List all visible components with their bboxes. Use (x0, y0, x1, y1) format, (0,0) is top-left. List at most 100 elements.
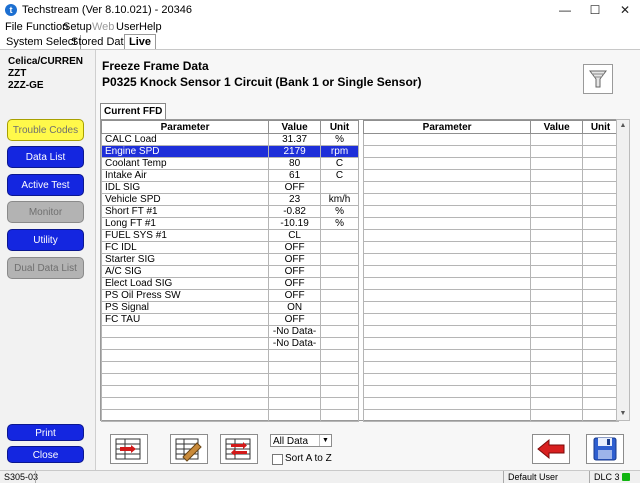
unit-cell (320, 253, 359, 266)
trouble-codes-button[interactable]: Trouble Codes (7, 119, 84, 141)
table-row[interactable] (362, 217, 619, 230)
table-row[interactable]: Coolant Temp 80 C (100, 157, 359, 170)
monitor-button[interactable]: Monitor (7, 201, 84, 223)
table-row[interactable]: -No Data- (100, 325, 359, 338)
unit-cell (582, 229, 619, 242)
data-filter-select[interactable]: All Data ▼ (270, 434, 332, 447)
graph-view-button[interactable] (110, 434, 148, 464)
column-header-parameter[interactable]: Parameter (100, 120, 270, 134)
status-divider (35, 471, 36, 483)
menu-user[interactable]: User (116, 21, 139, 33)
dtc-description: P0325 Knock Sensor 1 Circuit (Bank 1 or … (102, 75, 422, 89)
table-row[interactable]: FC IDL OFF (100, 241, 359, 254)
unit-cell (320, 361, 359, 374)
table-row[interactable] (362, 289, 619, 302)
table-row[interactable] (362, 361, 619, 374)
table-row[interactable] (100, 409, 359, 422)
table-row[interactable] (362, 313, 619, 326)
unit-cell (582, 301, 619, 314)
table-row[interactable]: A/C SIG OFF (100, 265, 359, 278)
table-row[interactable] (362, 145, 619, 158)
table-row[interactable]: Long FT #1 -10.19% (100, 217, 359, 230)
table-row[interactable]: Elect Load SIG OFF (100, 277, 359, 290)
table-row[interactable] (362, 253, 619, 266)
maximize-button[interactable]: ☐ (580, 0, 610, 20)
table-row[interactable]: Engine SPD 2179 rpm (100, 145, 359, 158)
table-row[interactable]: Starter SIG OFF (100, 253, 359, 266)
table-row[interactable]: PS Signal ON (100, 301, 359, 314)
table-row[interactable] (362, 193, 619, 206)
close-button[interactable]: Close (7, 446, 84, 463)
vertical-scrollbar[interactable]: ▲ ▼ (616, 119, 630, 421)
unit-cell (320, 397, 359, 410)
parameter-cell: FC IDL (100, 241, 270, 254)
connection-status-icon (622, 473, 630, 481)
active-test-button[interactable]: Active Test (7, 174, 84, 196)
column-header-parameter-2[interactable]: Parameter (362, 120, 532, 134)
menu-web[interactable]: Web (92, 21, 114, 33)
table-row[interactable]: FUEL SYS #1 CL (100, 229, 359, 242)
table-row[interactable]: Intake Air 61 C (100, 169, 359, 182)
scroll-up-arrow-icon[interactable]: ▲ (617, 120, 629, 132)
table-row[interactable] (100, 349, 359, 362)
table-row[interactable]: CALC Load 31.37% (100, 133, 359, 146)
table-row[interactable] (362, 229, 619, 242)
table-row[interactable] (362, 397, 619, 410)
table-row[interactable] (100, 385, 359, 398)
table-row[interactable] (362, 265, 619, 278)
table-row[interactable] (362, 241, 619, 254)
table-row[interactable] (100, 373, 359, 386)
window-title: Techstream (Ver 8.10.021) - 20346 (22, 4, 192, 16)
table-row[interactable] (362, 301, 619, 314)
table-row[interactable] (362, 181, 619, 194)
column-header-value[interactable]: Value (268, 120, 322, 134)
parameter-cell (362, 169, 532, 182)
table-row[interactable] (362, 325, 619, 338)
table-row[interactable] (362, 157, 619, 170)
table-row[interactable] (362, 385, 619, 398)
table-row[interactable] (362, 349, 619, 362)
column-header-unit[interactable]: Unit (320, 120, 359, 134)
menu-file[interactable]: File (5, 21, 23, 33)
close-window-button[interactable]: ✕ (610, 0, 640, 20)
unit-cell (320, 349, 359, 362)
sort-list-button[interactable] (220, 434, 258, 464)
menu-function[interactable]: Function (26, 21, 68, 33)
minimize-button[interactable]: — (550, 0, 580, 20)
save-button[interactable] (586, 434, 624, 464)
dual-data-list-button[interactable]: Dual Data List (7, 257, 84, 279)
filter-funnel-button[interactable] (583, 64, 613, 94)
table-row[interactable]: IDL SIG OFF (100, 181, 359, 194)
back-button[interactable] (532, 434, 570, 464)
table-row[interactable] (100, 361, 359, 374)
tab-live[interactable]: Live (124, 34, 157, 49)
table-row[interactable] (362, 277, 619, 290)
table-row[interactable]: Short FT #1 -0.82% (100, 205, 359, 218)
column-header-unit-2[interactable]: Unit (582, 120, 619, 134)
data-list-button[interactable]: Data List (7, 146, 84, 168)
column-header-value-2[interactable]: Value (530, 120, 584, 134)
list-swap-icon (225, 438, 251, 460)
table-row[interactable] (362, 169, 619, 182)
table-row[interactable] (362, 337, 619, 350)
scroll-down-arrow-icon[interactable]: ▼ (617, 408, 629, 420)
table-row[interactable] (362, 205, 619, 218)
print-button[interactable]: Print (7, 424, 84, 441)
tab-current-ffd[interactable]: Current FFD (100, 103, 167, 119)
table-row[interactable]: FC TAU OFF (100, 313, 359, 326)
table-row[interactable] (362, 133, 619, 146)
table-row[interactable]: Vehicle SPD 23 km/h (100, 193, 359, 206)
sort-a-to-z-checkbox[interactable] (272, 454, 283, 465)
table-row[interactable] (100, 397, 359, 410)
menu-help[interactable]: Help (139, 21, 162, 33)
table-row[interactable]: -No Data- (100, 337, 359, 350)
table-row[interactable]: PS Oil Press SW OFF (100, 289, 359, 302)
data-filter-value: All Data (273, 436, 309, 447)
unit-cell: C (320, 157, 359, 170)
menu-setup[interactable]: Setup (63, 21, 92, 33)
table-row[interactable] (362, 373, 619, 386)
edit-list-button[interactable] (170, 434, 208, 464)
utility-button[interactable]: Utility (7, 229, 84, 251)
unit-cell (582, 169, 619, 182)
table-row[interactable] (362, 409, 619, 422)
